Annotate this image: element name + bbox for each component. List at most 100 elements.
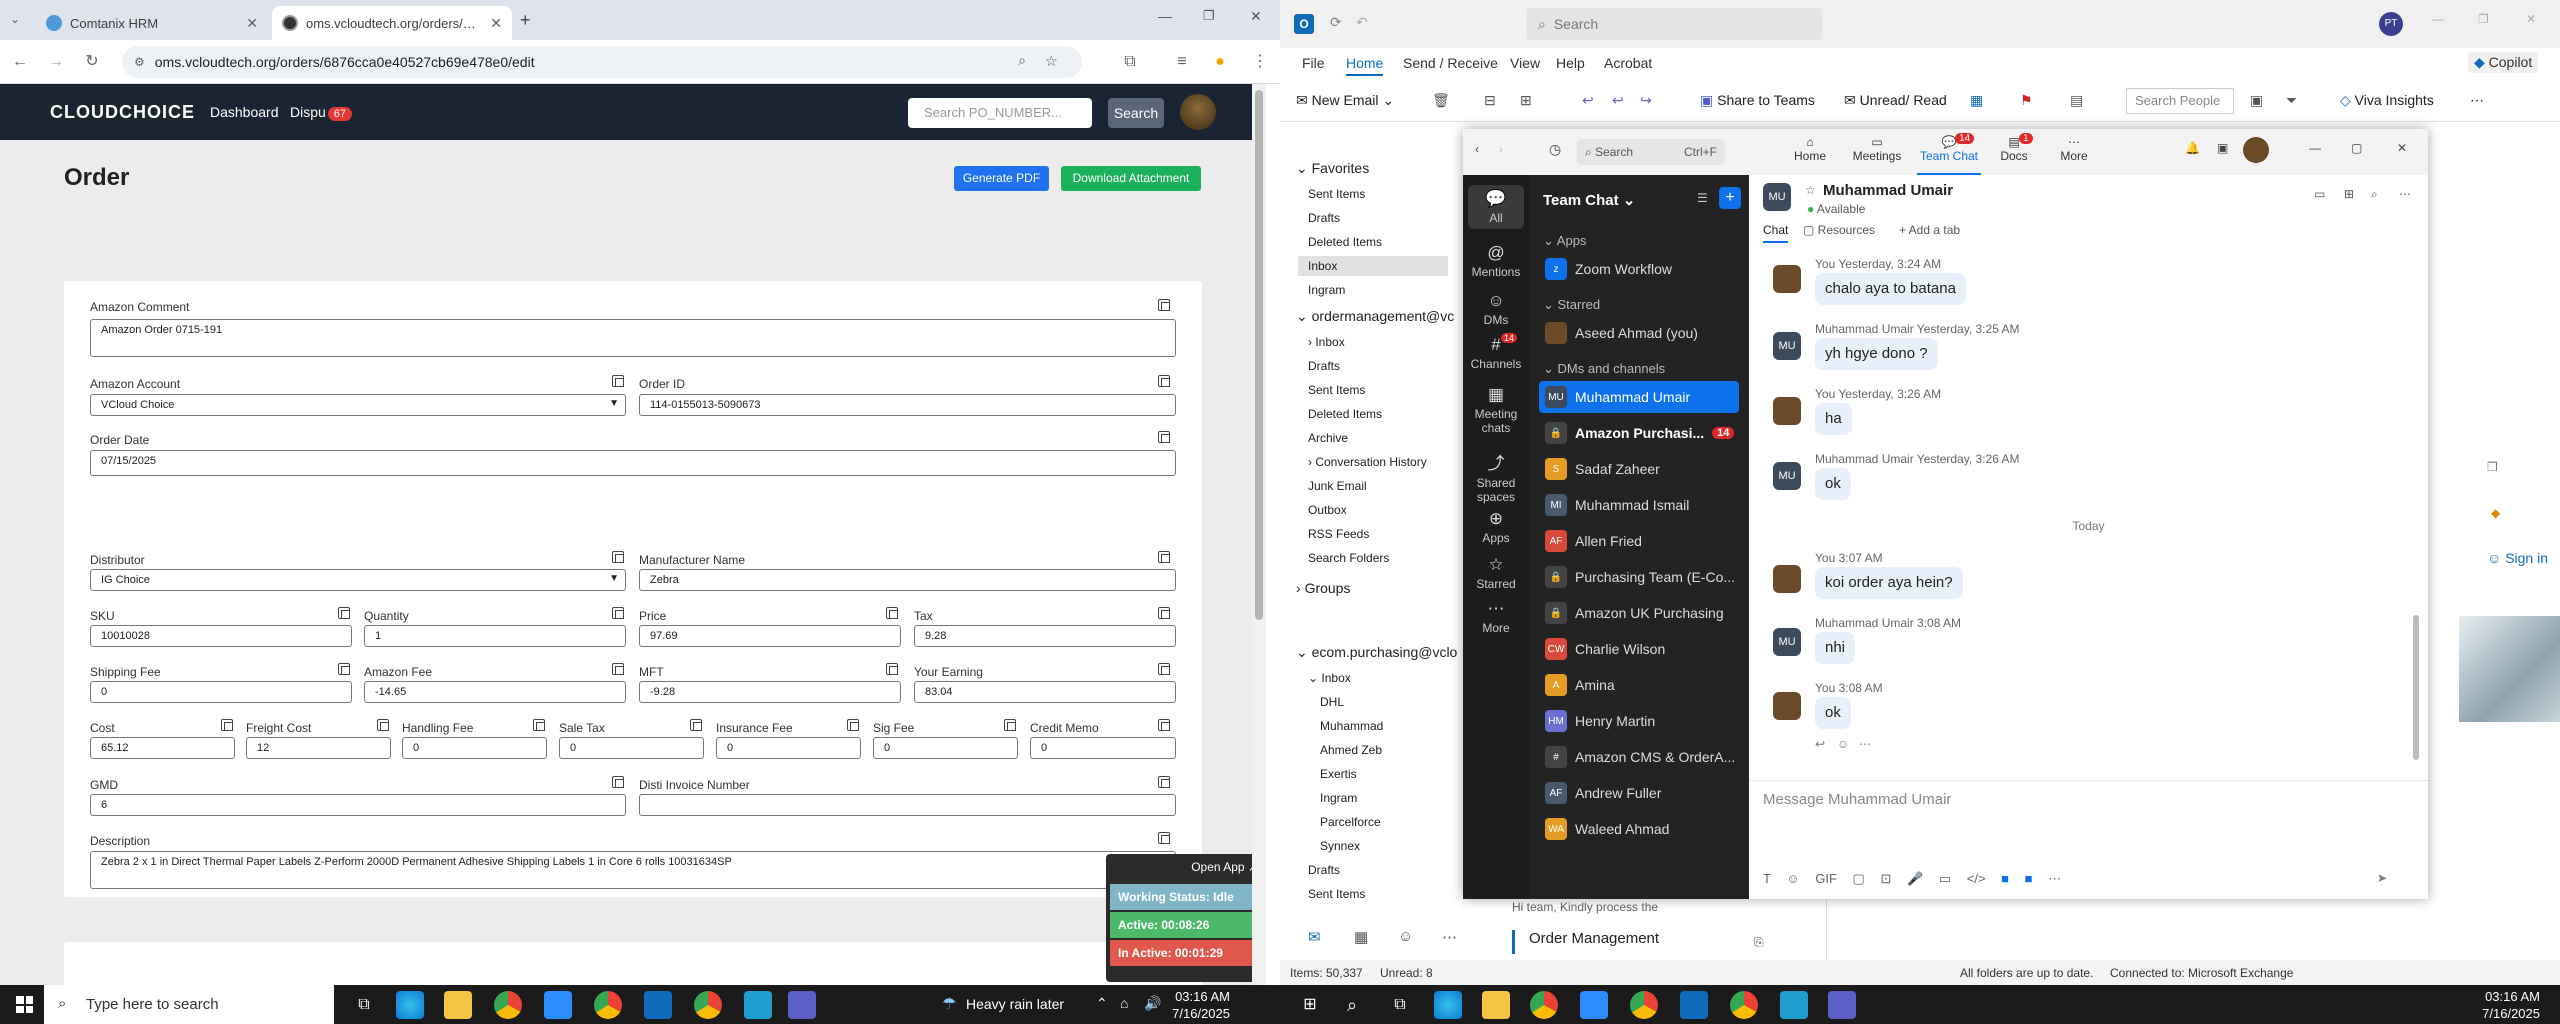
folder-item[interactable]: Sent Items: [1308, 187, 1365, 201]
mic-icon[interactable]: 🎤: [1907, 871, 1923, 886]
list-item[interactable]: # Amazon CMS & OrderA...: [1539, 741, 1739, 773]
po-search-input[interactable]: Search PO_NUMBER...: [908, 98, 1092, 128]
close-window-icon[interactable]: ✕: [2526, 12, 2536, 26]
list-item[interactable]: WA Waleed Ahmad: [1539, 813, 1739, 845]
mail-nav-icon[interactable]: ✉: [1308, 928, 1321, 946]
close-window-icon[interactable]: ✕: [2397, 141, 2407, 155]
restore-icon[interactable]: ❐: [2487, 460, 2498, 474]
amazon-comment-field[interactable]: Amazon Order 0715-191: [90, 319, 1176, 357]
folder-item[interactable]: Muhammad: [1320, 719, 1383, 733]
folder-item[interactable]: Junk Email: [1308, 479, 1367, 493]
folder-item[interactable]: Exertis: [1320, 767, 1357, 781]
chrome-icon[interactable]: [1530, 991, 1558, 1019]
code-icon[interactable]: </>: [1967, 871, 1986, 886]
copy-icon[interactable]: [612, 663, 624, 675]
tab-docs[interactable]: ▤ Docs 1: [1989, 133, 2039, 163]
copy-icon[interactable]: [221, 719, 233, 731]
archive-icon[interactable]: ⊟: [1484, 92, 1496, 109]
clipboard-icon[interactable]: ▣: [2250, 92, 2263, 109]
contact-avatar[interactable]: MU: [1763, 183, 1791, 211]
zoom-taskbar-icon[interactable]: [544, 991, 572, 1019]
close-tab-icon[interactable]: ✕: [490, 15, 502, 32]
rail-dms[interactable]: ☺ DMs: [1463, 291, 1529, 327]
freight-cost-field[interactable]: 12: [246, 737, 391, 759]
clock-time[interactable]: 03:16 AM: [1166, 989, 1230, 1004]
zoom-lens-icon[interactable]: ⌕: [1018, 52, 1026, 69]
list-item[interactable]: S Sadaf Zaheer: [1539, 453, 1739, 485]
screenshot-icon[interactable]: ⊡: [1880, 871, 1891, 886]
file-explorer-icon[interactable]: [1482, 991, 1510, 1019]
copy-icon[interactable]: [1004, 719, 1016, 731]
app-icon[interactable]: [744, 991, 772, 1019]
address-bar[interactable]: ⚙ oms.vcloudtech.org/orders/6876cca0e405…: [122, 46, 1082, 78]
start-icon-2[interactable]: ⊞: [1296, 991, 1324, 1019]
disti-invoice-field[interactable]: [639, 794, 1176, 816]
close-tab-icon[interactable]: ✕: [246, 15, 258, 32]
copy-icon[interactable]: [1158, 719, 1170, 731]
tab-resources[interactable]: ▢ Resources: [1803, 223, 1875, 237]
edge-icon[interactable]: [1434, 991, 1462, 1019]
folder-item[interactable]: Deleted Items: [1308, 235, 1382, 249]
list-item[interactable]: MU Muhammad Umair: [1539, 381, 1739, 413]
folder-item[interactable]: Drafts: [1308, 211, 1340, 225]
description-field[interactable]: Zebra 2 x 1 in Direct Thermal Paper Labe…: [90, 851, 1176, 889]
folder-item[interactable]: ⌄ Inbox: [1308, 671, 1351, 685]
copy-icon[interactable]: [1158, 832, 1170, 844]
section-starred[interactable]: ⌄ Starred: [1543, 297, 1600, 313]
generate-pdf-button[interactable]: Generate PDF: [954, 166, 1049, 191]
search-people-input[interactable]: Search People: [2126, 88, 2234, 114]
copy-icon[interactable]: [847, 719, 859, 731]
search-icon[interactable]: ⌕: [1338, 991, 1366, 1019]
account-header[interactable]: ⌄ ecom.purchasing@vclo: [1296, 644, 1457, 661]
list-item[interactable]: 🔒 Amazon Purchasi... 14: [1539, 417, 1739, 449]
folder-item[interactable]: Drafts: [1308, 359, 1340, 373]
copy-icon[interactable]: [533, 719, 545, 731]
maximize-icon[interactable]: ▢: [2351, 141, 2362, 155]
minimize-icon[interactable]: —: [2432, 12, 2444, 26]
bookmark-star-icon[interactable]: ☆: [1045, 52, 1058, 70]
chrome-icon[interactable]: [694, 991, 722, 1019]
copy-icon[interactable]: [338, 607, 350, 619]
add-tab-button[interactable]: + Add a tab: [1899, 223, 1960, 237]
chrome-icon[interactable]: [1730, 991, 1758, 1019]
copy-icon[interactable]: [612, 551, 624, 563]
copy-icon[interactable]: [338, 663, 350, 675]
people-nav-icon[interactable]: ☺: [1398, 928, 1413, 945]
section-apps[interactable]: ⌄ Apps: [1543, 233, 1586, 249]
flag-icon[interactable]: ⚑: [2020, 92, 2033, 109]
price-field[interactable]: 97.69: [639, 625, 901, 647]
network-icon[interactable]: ⌂: [1120, 995, 1128, 1011]
extension-icon[interactable]: ◆: [2491, 506, 2500, 520]
copy-icon[interactable]: [690, 719, 702, 731]
list-item[interactable]: AF Allen Fried: [1539, 525, 1739, 557]
folder-item[interactable]: › Conversation History: [1308, 455, 1427, 469]
folder-item[interactable]: Search Folders: [1308, 551, 1389, 565]
reply-icon[interactable]: ↩: [1582, 92, 1594, 109]
menu-view[interactable]: View: [1510, 55, 1540, 71]
emoji-icon[interactable]: ☺: [1786, 871, 1799, 886]
tax-field[interactable]: 9.28: [914, 625, 1176, 647]
shipping-fee-field[interactable]: 0: [90, 681, 352, 703]
tab-home[interactable]: ⌂ Home: [1785, 135, 1835, 163]
history-icon[interactable]: ◷: [1549, 141, 1561, 158]
open-app-link[interactable]: Open App ↗: [1191, 860, 1258, 874]
message-bubble[interactable]: yh hgye dono ?: [1815, 338, 1938, 370]
viva-insights-button[interactable]: ◇ Viva Insights: [2340, 92, 2434, 109]
new-chat-icon[interactable]: +: [1719, 187, 1741, 209]
forward-icon[interactable]: ↪: [1640, 92, 1652, 109]
list-item[interactable]: 🔒 Purchasing Team (E-Co...: [1539, 561, 1739, 593]
more-icon[interactable]: ⋯: [2048, 871, 2061, 886]
chat-scrollbar[interactable]: [2413, 615, 2419, 760]
menu-send-receive[interactable]: Send / Receive: [1403, 55, 1498, 71]
order-date-field[interactable]: 07/15/2025: [90, 450, 1176, 476]
list-item-zoom-workflow[interactable]: z Zoom Workflow: [1539, 253, 1739, 285]
sign-in-button[interactable]: ☺ Sign in: [2487, 550, 2548, 566]
copy-icon[interactable]: [1158, 607, 1170, 619]
star-icon[interactable]: ☆: [1805, 183, 1816, 197]
tab-chat[interactable]: Chat: [1763, 223, 1789, 243]
video-call-icon[interactable]: ▭: [2314, 187, 2325, 201]
folder-item[interactable]: Deleted Items: [1308, 407, 1382, 421]
tray-chevron-icon[interactable]: ⌃: [1096, 995, 1108, 1012]
new-email-button[interactable]: ✉ New Email ⌄: [1296, 92, 1394, 109]
volume-icon[interactable]: 🔊: [1144, 995, 1161, 1012]
